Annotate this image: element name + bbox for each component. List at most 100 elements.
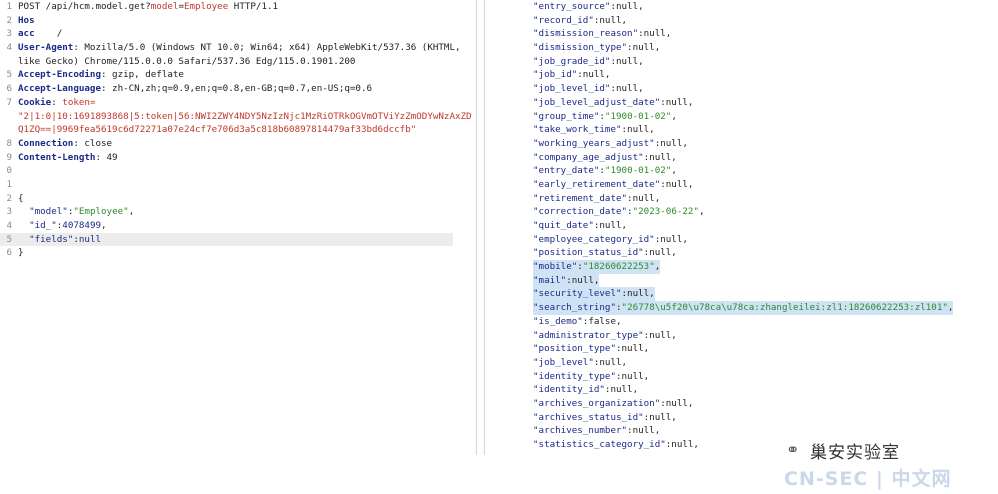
response-line[interactable]: "is_demo":false, (485, 315, 955, 329)
request-line[interactable]: 5 "fields":null (0, 232, 453, 247)
response-line[interactable]: "record_id":null, (485, 14, 955, 28)
code-token: :false, (582, 315, 622, 327)
code-token: Employee (183, 1, 229, 12)
code-token: "job_level_id" (533, 83, 611, 95)
response-line-code: "statistics_category_id":null, (533, 438, 699, 452)
response-line-code: "entry_source":null, (533, 0, 644, 14)
response-line[interactable]: "job_level_adjust_date":null, (485, 96, 955, 110)
code-token: token= (62, 96, 96, 108)
code-token: :null, (643, 247, 677, 259)
line-number: 3 (6, 28, 12, 40)
response-line[interactable]: "position_type":null, (485, 342, 955, 356)
response-line[interactable]: "mail":null, (485, 273, 955, 288)
response-line[interactable]: "entry_date":"1900-01-02", (485, 164, 955, 178)
response-line[interactable]: "archives_status_id":null, (485, 411, 955, 425)
response-line[interactable]: "mobile":"18260622253", (485, 260, 955, 274)
response-line-code: "identity_id":null, (533, 383, 638, 397)
request-line-code: Accept-Encoding: gzip, deflate (18, 68, 184, 82)
request-line[interactable]: 7 Cookie: token= (0, 96, 476, 110)
request-line[interactable]: "2|1:0|10:1691893868|5:token|56:NWI2ZWY4… (0, 110, 476, 124)
response-line-code: "group_time":"1900-01-02", (533, 110, 677, 124)
code-token: :null, (610, 83, 644, 95)
response-line[interactable]: "early_retirement_date":null, (485, 178, 955, 192)
response-viewer-pane[interactable]: "entry_source":null, "record_id":null, "di… (484, 0, 955, 455)
response-line[interactable]: "job_level_id":null, (485, 82, 955, 96)
line-number: 1 (6, 1, 12, 12)
request-editor-pane[interactable]: 1 POST /api/hcm.model.get?model=Employee … (0, 0, 477, 455)
response-line[interactable]: "identity_id":null, (485, 383, 955, 397)
response-line[interactable]: "dismission_type":null, (485, 41, 955, 55)
response-line-code: "identity_type":null, (533, 370, 649, 384)
request-line[interactable]: 2{ (0, 192, 476, 206)
response-line[interactable]: "entry_source":null, (485, 0, 955, 14)
response-line-code: "record_id":null, (533, 14, 627, 28)
request-line[interactable]: Q1ZQ==|9969fea5619c6d72271a07e24cf7e706d… (0, 123, 476, 137)
code-token: :null, (654, 233, 688, 245)
code-token: "job_id" (533, 69, 578, 81)
code-token: , (654, 261, 661, 273)
request-line[interactable]: 4 "id_":4078499, (0, 219, 476, 233)
response-line[interactable]: "search_string":"26778\u5f20\u78ca\u78ca… (485, 301, 955, 315)
response-line-code: "retirement_date":null, (533, 192, 660, 206)
request-line[interactable]: 6} (0, 246, 476, 260)
request-line[interactable]: 3 "model":"Employee", (0, 205, 476, 219)
response-line[interactable]: "job_level":null, (485, 356, 955, 370)
response-line[interactable]: "position_status_id":null, (485, 246, 955, 260)
code-token: "retirement_date" (533, 192, 628, 204)
response-line[interactable]: "employee_category_id":null, (485, 233, 955, 247)
line-number: 9 (6, 151, 12, 163)
request-line[interactable]: 3 acc / (0, 27, 476, 41)
code-token: : close (73, 137, 113, 149)
code-token: "archives_status_id" (533, 411, 644, 423)
code-token: acc (18, 28, 35, 40)
request-line-code: like Gecko) Chrome/115.0.0.0 Safari/537.… (18, 55, 355, 69)
request-line[interactable]: 9 Content-Length: 49 (0, 151, 476, 165)
response-line-code: "archives_status_id":null, (533, 411, 677, 425)
request-line[interactable]: 0 (0, 164, 476, 178)
response-line-code: "position_status_id":null, (533, 246, 677, 260)
response-line[interactable]: "archives_organization":null, (485, 397, 955, 411)
code-token: "model" (29, 206, 68, 218)
code-token: "employee_category_id" (533, 233, 655, 245)
code-token: "statistics_category_id" (533, 439, 666, 450)
code-token: "identity_id" (533, 384, 605, 396)
response-line[interactable]: "company_age_adjust":null, (485, 151, 955, 165)
code-token: User-Agent (18, 42, 74, 54)
request-line-code: User-Agent: Mozilla/5.0 (Windows NT 10.0… (18, 41, 461, 55)
response-line[interactable]: "identity_type":null, (485, 370, 955, 384)
response-line[interactable]: "working_years_adjust":null, (485, 137, 955, 151)
response-line[interactable]: "group_time":"1900-01-02", (485, 110, 955, 124)
code-token: Connection (18, 137, 74, 149)
response-line[interactable]: "administrator_type":null, (485, 329, 955, 343)
response-line[interactable]: "job_grade_id":null, (485, 55, 955, 69)
request-line-code: "model":"Employee", (18, 205, 134, 219)
code-token: , (101, 220, 107, 231)
response-line[interactable]: "security_level":null, (485, 287, 955, 302)
request-line[interactable]: like Gecko) Chrome/115.0.0.0 Safari/537.… (0, 55, 476, 69)
response-line[interactable]: "archives_number":null, (485, 424, 955, 438)
code-token: "dismission_type" (533, 42, 628, 54)
code-token: :null, (660, 178, 694, 190)
response-line-code: "company_age_adjust":null, (533, 151, 677, 165)
code-token: "id_" (29, 220, 57, 231)
request-line[interactable]: 4 User-Agent: Mozilla/5.0 (Windows NT 10.… (0, 41, 476, 55)
response-line[interactable]: "job_id":null, (485, 68, 955, 82)
request-line[interactable]: 2 Hos (0, 14, 476, 28)
request-line[interactable]: 5 Accept-Encoding: gzip, deflate (0, 68, 476, 82)
request-line[interactable]: 1 (0, 178, 476, 192)
request-line[interactable]: 6 Accept-Language: zh-CN,zh;q=0.9,en;q=0.… (0, 82, 476, 96)
request-line[interactable]: 1 POST /api/hcm.model.get?model=Employee … (0, 0, 476, 14)
request-line[interactable]: 8 Connection: close (0, 137, 476, 151)
request-line-code: { (18, 192, 24, 206)
line-number: 8 (6, 137, 12, 149)
code-token: , (128, 206, 135, 218)
request-line-code: Accept-Language: zh-CN,zh;q=0.9,en;q=0.8… (18, 82, 372, 96)
response-line[interactable]: "dismission_reason":null, (485, 27, 955, 41)
line-number: 0 (6, 165, 12, 177)
request-line-code: Content-Length: 49 (18, 151, 118, 165)
response-line[interactable]: "correction_date":"2023-06-22", (485, 205, 955, 219)
code-token: , (671, 165, 677, 177)
response-line[interactable]: "take_work_time":null, (485, 123, 955, 137)
response-line[interactable]: "retirement_date":null, (485, 192, 955, 206)
response-line[interactable]: "quit_date":null, (485, 219, 955, 233)
